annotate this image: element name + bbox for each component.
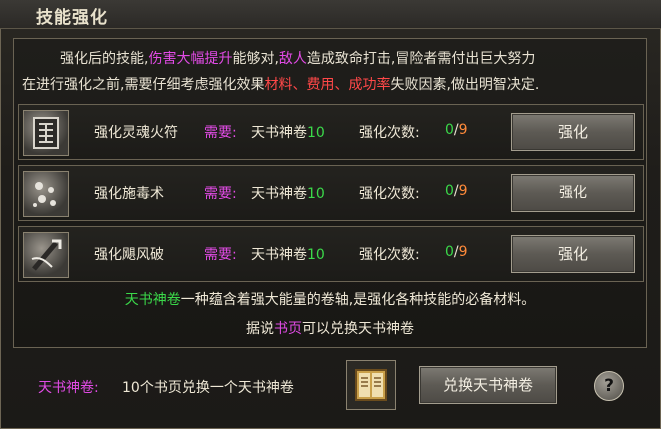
need-label: 需要: <box>204 125 237 141</box>
need-item: 天书神卷 <box>251 125 307 141</box>
need-item: 天书神卷 <box>251 186 307 202</box>
window-title: 技能强化 <box>36 8 108 28</box>
hint-prefix: 据说 <box>246 321 274 337</box>
book-icon[interactable] <box>346 360 396 410</box>
need-value: 天书神卷10 <box>251 183 325 203</box>
need-label: 需要: <box>204 186 237 202</box>
skill-name: 强化灵魂火符 <box>94 125 178 141</box>
need-value: 天书神卷10 <box>251 244 325 264</box>
hint-item: 书页 <box>274 321 302 337</box>
enhance-button[interactable]: 强化 <box>511 174 635 212</box>
enhance-count: 0/9 <box>445 183 468 199</box>
item-description: 天书神卷一种蕴含着强大能量的卷轴,是强化各种技能的必备材料。 <box>14 289 646 309</box>
skill-row: 强化施毒术 需要: 天书神卷10 强化次数: 0/9 强化 <box>18 165 644 221</box>
help-icon[interactable]: ? <box>594 371 624 401</box>
max-count: 9 <box>458 183 468 199</box>
intro-segment: 失败因素,做出明智决定. <box>390 77 540 93</box>
intro-segment: 能够对, <box>232 51 279 67</box>
times-label: 强化次数: <box>359 247 420 263</box>
need-item: 天书神卷 <box>251 247 307 263</box>
skill-row: 强化飓风破 需要: 天书神卷10 强化次数: 0/9 强化 <box>18 226 644 282</box>
times-label: 强化次数: <box>359 186 420 202</box>
item-name: 天书神卷 <box>124 292 181 308</box>
exchange-hint: 据说书页可以兑换天书神卷 <box>14 318 646 338</box>
footer-text: 10个书页兑换一个天书神卷 <box>122 380 294 396</box>
need-label: 需要: <box>204 247 237 263</box>
current-count: 0 <box>445 122 454 138</box>
times-label: 强化次数: <box>359 125 420 141</box>
exchange-button[interactable]: 兑换天书神卷 <box>419 366 557 404</box>
title-bar[interactable]: 技能强化 <box>0 0 661 29</box>
need-quantity: 10 <box>307 186 325 202</box>
intro-line-2: 在进行强化之前,需要仔细考虑强化效果材料、费用、成功率失败因素,做出明智决定. <box>14 72 646 98</box>
footer-label: 天书神卷: <box>38 380 99 396</box>
intro-line-1: 强化后的技能,伤害大幅提升能够对,敌人造成致命打击,冒险者需付出巨大努力 <box>14 46 646 72</box>
enhance-count: 0/9 <box>445 122 468 138</box>
max-count: 9 <box>458 244 468 260</box>
skill-name: 强化飓风破 <box>94 247 164 263</box>
poison-cloud-icon <box>23 171 69 217</box>
scroll-rune-icon <box>23 110 69 156</box>
need-quantity: 10 <box>307 125 325 141</box>
enhance-panel: 强化后的技能,伤害大幅提升能够对,敌人造成致命打击,冒险者需付出巨大努力 在进行… <box>13 38 647 348</box>
enhance-button[interactable]: 强化 <box>511 235 635 273</box>
skill-row: 强化灵魂火符 需要: 天书神卷10 强化次数: 0/9 强化 <box>18 104 644 160</box>
intro-text: 强化后的技能,伤害大幅提升能够对,敌人造成致命打击,冒险者需付出巨大努力 在进行… <box>14 46 646 98</box>
enhance-button[interactable]: 强化 <box>511 113 635 151</box>
skill-name: 强化施毒术 <box>94 186 164 202</box>
need-value: 天书神卷10 <box>251 122 325 142</box>
intro-segment: 材料、费用、成功率 <box>264 77 391 93</box>
item-description-text: 一种蕴含着强大能量的卷轴,是强化各种技能的必备材料。 <box>180 292 536 308</box>
wind-blade-icon <box>23 232 69 278</box>
current-count: 0 <box>445 183 454 199</box>
enhance-count: 0/9 <box>445 244 468 260</box>
intro-segment: 强化后的技能, <box>60 51 149 67</box>
intro-segment: 敌人 <box>278 51 307 67</box>
intro-segment: 在进行强化之前,需要仔细考虑强化效果 <box>22 77 265 93</box>
intro-segment: 造成致命打击,冒险者需付出巨大努力 <box>306 51 536 67</box>
need-quantity: 10 <box>307 247 325 263</box>
max-count: 9 <box>458 122 468 138</box>
hint-suffix: 可以兑换天书神卷 <box>302 321 414 337</box>
intro-segment: 伤害大幅提升 <box>148 51 233 67</box>
current-count: 0 <box>445 244 454 260</box>
